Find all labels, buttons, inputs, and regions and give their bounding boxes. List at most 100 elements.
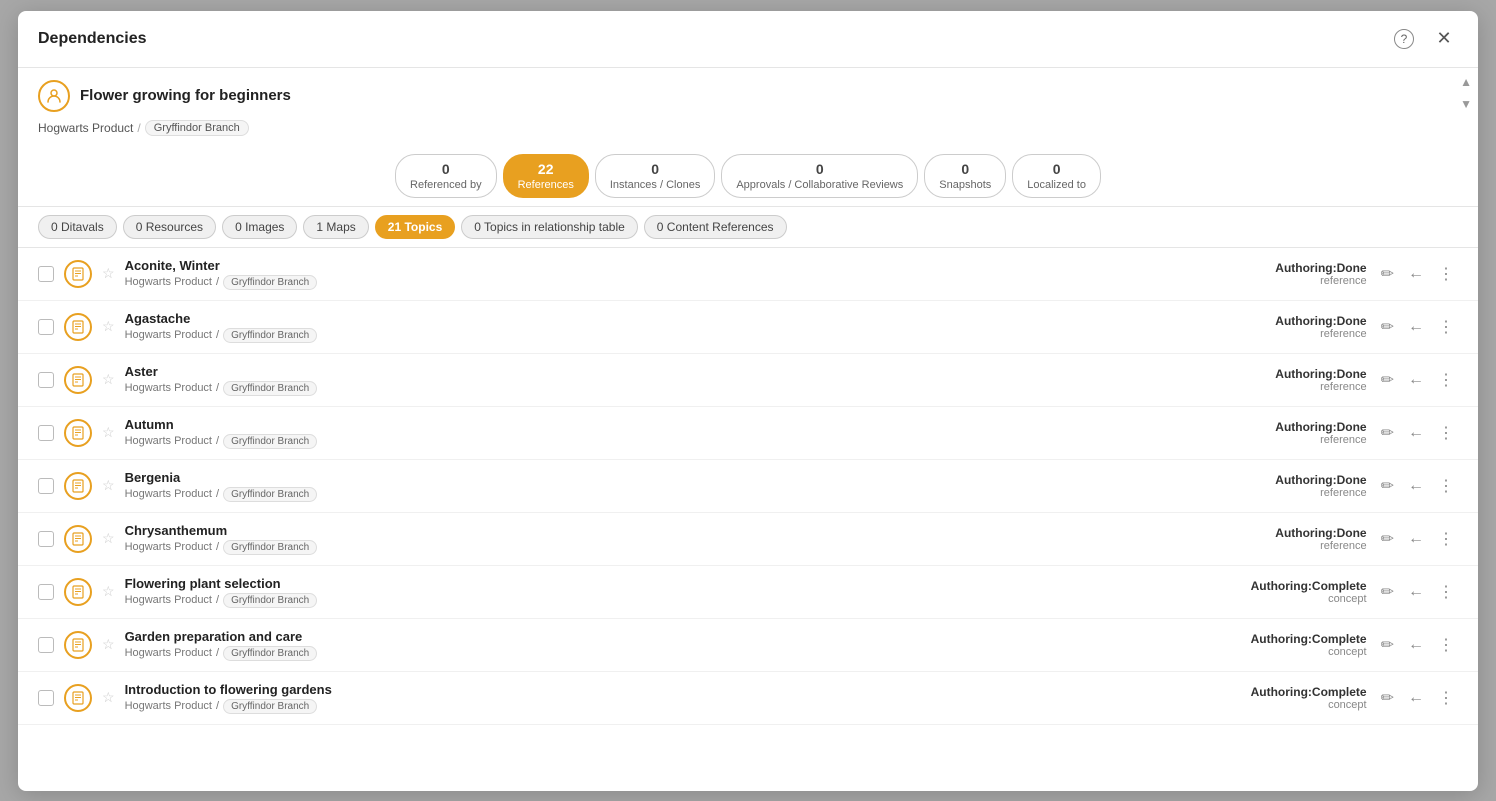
item-actions-6: ✏ ← ⋮ xyxy=(1377,578,1458,606)
item-star-3[interactable]: ☆ xyxy=(102,424,115,441)
item-star-2[interactable]: ☆ xyxy=(102,371,115,388)
filter-chip-5[interactable]: 0 Topics in relationship table xyxy=(461,215,638,239)
item-branch-4: Gryffindor Branch xyxy=(223,487,317,502)
filter-chip-4[interactable]: 21 Topics xyxy=(375,215,455,239)
item-star-0[interactable]: ☆ xyxy=(102,265,115,282)
status-type-2: reference xyxy=(1207,381,1367,393)
close-button[interactable]: ✕ xyxy=(1430,25,1458,53)
item-checkbox-4[interactable] xyxy=(38,478,54,494)
item-checkbox-2[interactable] xyxy=(38,372,54,388)
more-button-1[interactable]: ⋮ xyxy=(1434,313,1458,341)
item-star-5[interactable]: ☆ xyxy=(102,530,115,547)
tab-referenced-by[interactable]: 0Referenced by xyxy=(395,154,497,198)
help-button[interactable]: ? xyxy=(1390,25,1418,53)
edit-button-6[interactable]: ✏ xyxy=(1377,578,1398,606)
table-row: ☆ Aconite, Winter Hogwarts Product / Gry… xyxy=(18,248,1478,301)
back-button-7[interactable]: ← xyxy=(1404,632,1428,658)
more-button-6[interactable]: ⋮ xyxy=(1434,578,1458,606)
more-button-4[interactable]: ⋮ xyxy=(1434,472,1458,500)
item-checkbox-8[interactable] xyxy=(38,690,54,706)
back-button-4[interactable]: ← xyxy=(1404,473,1428,499)
edit-button-3[interactable]: ✏ xyxy=(1377,419,1398,447)
item-sep-0: / xyxy=(216,276,219,288)
item-content-5: Chrysanthemum Hogwarts Product / Gryffin… xyxy=(125,523,1197,555)
item-branch-3: Gryffindor Branch xyxy=(223,434,317,449)
doc-icon xyxy=(71,373,85,387)
item-status-7: Authoring:Complete concept xyxy=(1207,632,1367,658)
filter-chip-3[interactable]: 1 Maps xyxy=(303,215,368,239)
item-type-icon-3 xyxy=(64,419,92,447)
breadcrumb-branch: Gryffindor Branch xyxy=(145,120,249,136)
edit-button-5[interactable]: ✏ xyxy=(1377,525,1398,553)
item-checkbox-6[interactable] xyxy=(38,584,54,600)
filter-chip-2[interactable]: 0 Images xyxy=(222,215,297,239)
item-star-6[interactable]: ☆ xyxy=(102,583,115,600)
item-star-1[interactable]: ☆ xyxy=(102,318,115,335)
item-product-6: Hogwarts Product xyxy=(125,594,212,606)
tab-references[interactable]: 22References xyxy=(503,154,589,198)
status-label-8: Authoring:Complete xyxy=(1207,685,1367,699)
edit-button-1[interactable]: ✏ xyxy=(1377,313,1398,341)
more-button-8[interactable]: ⋮ xyxy=(1434,684,1458,712)
header-actions: ? ✕ xyxy=(1390,25,1458,53)
tab-instances---clones[interactable]: 0Instances / Clones xyxy=(595,154,716,198)
scroll-down-button[interactable]: ▼ xyxy=(1454,93,1478,115)
filter-chip-6[interactable]: 0 Content References xyxy=(644,215,787,239)
back-button-0[interactable]: ← xyxy=(1404,261,1428,287)
filter-chip-0[interactable]: 0 Ditavals xyxy=(38,215,117,239)
doc-icon xyxy=(71,267,85,281)
edit-button-0[interactable]: ✏ xyxy=(1377,260,1398,288)
item-checkbox-5[interactable] xyxy=(38,531,54,547)
item-type-icon-8 xyxy=(64,684,92,712)
edit-button-4[interactable]: ✏ xyxy=(1377,472,1398,500)
more-button-0[interactable]: ⋮ xyxy=(1434,260,1458,288)
item-path-6: Hogwarts Product / Gryffindor Branch xyxy=(125,593,1197,608)
item-branch-5: Gryffindor Branch xyxy=(223,540,317,555)
item-star-4[interactable]: ☆ xyxy=(102,477,115,494)
more-button-7[interactable]: ⋮ xyxy=(1434,631,1458,659)
more-button-5[interactable]: ⋮ xyxy=(1434,525,1458,553)
back-button-2[interactable]: ← xyxy=(1404,367,1428,393)
item-sep-1: / xyxy=(216,329,219,341)
item-actions-0: ✏ ← ⋮ xyxy=(1377,260,1458,288)
item-title-4: Bergenia xyxy=(125,470,1197,485)
item-checkbox-0[interactable] xyxy=(38,266,54,282)
tab-snapshots[interactable]: 0Snapshots xyxy=(924,154,1006,198)
item-branch-8: Gryffindor Branch xyxy=(223,699,317,714)
back-button-6[interactable]: ← xyxy=(1404,579,1428,605)
item-title-3: Autumn xyxy=(125,417,1197,432)
item-type-icon-0 xyxy=(64,260,92,288)
item-sep-2: / xyxy=(216,382,219,394)
item-checkbox-1[interactable] xyxy=(38,319,54,335)
back-button-5[interactable]: ← xyxy=(1404,526,1428,552)
item-checkbox-7[interactable] xyxy=(38,637,54,653)
item-path-1: Hogwarts Product / Gryffindor Branch xyxy=(125,328,1197,343)
scroll-up-button[interactable]: ▲ xyxy=(1454,71,1478,93)
back-button-3[interactable]: ← xyxy=(1404,420,1428,446)
tab-approvals---collaborative-reviews[interactable]: 0Approvals / Collaborative Reviews xyxy=(721,154,918,198)
filter-chip-1[interactable]: 0 Resources xyxy=(123,215,216,239)
status-label-3: Authoring:Done xyxy=(1207,420,1367,434)
back-button-8[interactable]: ← xyxy=(1404,685,1428,711)
item-star-7[interactable]: ☆ xyxy=(102,636,115,653)
list-container[interactable]: ☆ Aconite, Winter Hogwarts Product / Gry… xyxy=(18,248,1478,791)
person-icon xyxy=(46,88,62,104)
item-title-2: Aster xyxy=(125,364,1197,379)
item-title-1: Agastache xyxy=(125,311,1197,326)
item-star-8[interactable]: ☆ xyxy=(102,689,115,706)
status-label-0: Authoring:Done xyxy=(1207,261,1367,275)
edit-button-2[interactable]: ✏ xyxy=(1377,366,1398,394)
doc-icon xyxy=(71,585,85,599)
item-sep-7: / xyxy=(216,647,219,659)
item-content-1: Agastache Hogwarts Product / Gryffindor … xyxy=(125,311,1197,343)
tab-localized-to[interactable]: 0Localized to xyxy=(1012,154,1101,198)
status-label-6: Authoring:Complete xyxy=(1207,579,1367,593)
item-checkbox-3[interactable] xyxy=(38,425,54,441)
more-button-2[interactable]: ⋮ xyxy=(1434,366,1458,394)
item-actions-1: ✏ ← ⋮ xyxy=(1377,313,1458,341)
edit-button-7[interactable]: ✏ xyxy=(1377,631,1398,659)
item-branch-7: Gryffindor Branch xyxy=(223,646,317,661)
back-button-1[interactable]: ← xyxy=(1404,314,1428,340)
more-button-3[interactable]: ⋮ xyxy=(1434,419,1458,447)
edit-button-8[interactable]: ✏ xyxy=(1377,684,1398,712)
